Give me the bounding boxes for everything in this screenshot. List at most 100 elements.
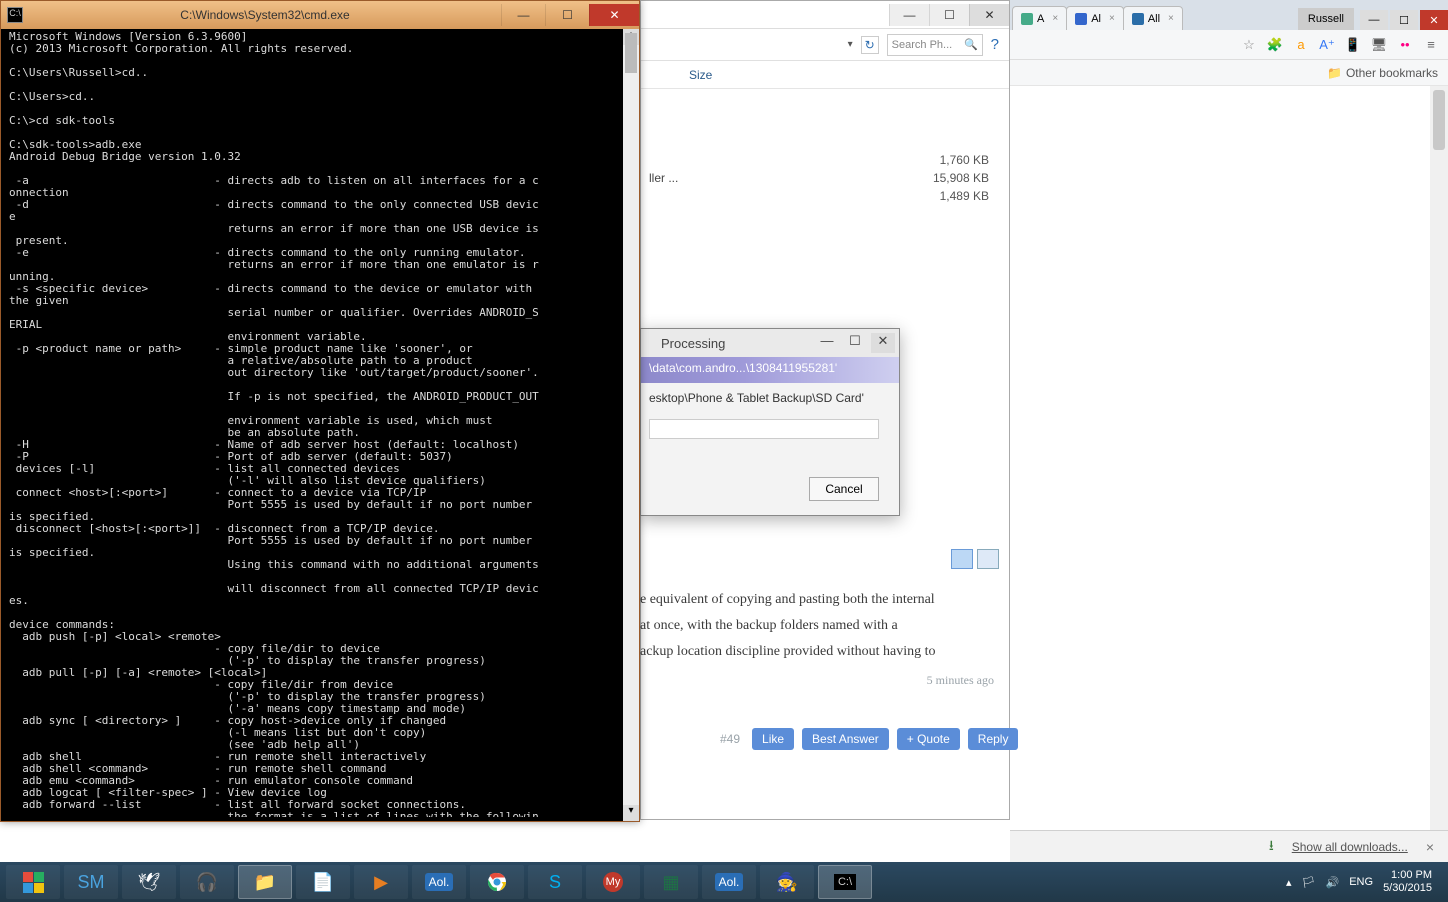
extension-icon[interactable]: 🧩	[1266, 36, 1284, 54]
scroll-down-button[interactable]: ▾	[623, 805, 639, 821]
taskbar-app[interactable]: 📄	[296, 865, 350, 899]
browser-tab[interactable]: A ×	[1012, 6, 1067, 30]
bookmarks-bar: 📁 Other bookmarks	[1010, 60, 1448, 86]
article-snippet: e equivalent of copying and pasting both…	[640, 590, 1010, 668]
translate-icon[interactable]: A⁺	[1318, 36, 1336, 54]
menu-icon[interactable]: ≡	[1422, 36, 1440, 54]
amazon-icon[interactable]: a	[1292, 36, 1310, 54]
download-shelf-close-icon[interactable]: ×	[1426, 839, 1434, 855]
favicon-icon	[1075, 13, 1087, 25]
file-row[interactable]: ller ... 15,908 KB	[641, 169, 1009, 187]
browser-minimize-button[interactable]: —	[1360, 10, 1388, 30]
clock-time: 1:00 PM	[1383, 869, 1432, 882]
cmd-maximize-button[interactable]: ☐	[545, 4, 589, 26]
tab-label: All	[1148, 13, 1160, 25]
dialog-maximize-button[interactable]: ☐	[843, 333, 867, 353]
dialog-titlebar[interactable]: Processing — ☐ ✕	[641, 329, 899, 357]
browser-content[interactable]	[1010, 86, 1430, 830]
taskbar-app[interactable]: 🕊	[122, 865, 176, 899]
taskbar-file-explorer[interactable]: 📁	[238, 865, 292, 899]
start-button[interactable]	[6, 865, 60, 899]
taskbar-app[interactable]: 🧙	[760, 865, 814, 899]
explorer-maximize-button[interactable]: ☐	[929, 4, 969, 26]
chrome-icon	[487, 872, 507, 892]
taskbar-app[interactable]: My	[586, 865, 640, 899]
tab-label: A	[1037, 13, 1044, 25]
taskbar-aol[interactable]: Aol.	[412, 865, 466, 899]
cmd-output[interactable]: Microsoft Windows [Version 6.3.9600] (c)…	[5, 29, 623, 817]
favicon-icon	[1021, 13, 1033, 25]
size-column-header[interactable]: Size	[689, 68, 712, 82]
action-center-icon[interactable]: 🏳	[1302, 876, 1316, 889]
article-line: e equivalent of copying and pasting both…	[640, 590, 1010, 610]
explorer-column-header[interactable]: Size	[641, 61, 1009, 89]
tray-chevron-icon[interactable]: ▴	[1286, 876, 1292, 889]
taskbar-excel[interactable]: ▦	[644, 865, 698, 899]
quote-button[interactable]: + Quote	[897, 728, 960, 750]
taskbar-clock[interactable]: 1:00 PM 5/30/2015	[1383, 869, 1432, 895]
language-indicator[interactable]: ENG	[1349, 876, 1373, 888]
like-button[interactable]: Like	[752, 728, 794, 750]
explorer-search-input[interactable]: Search Ph... 🔍	[887, 34, 983, 56]
explorer-titlebar[interactable]: — ☐ ✕	[641, 1, 1009, 29]
other-bookmarks-button[interactable]: 📁 Other bookmarks	[1327, 66, 1438, 80]
cmd-close-button[interactable]: ✕	[589, 4, 639, 26]
phone-icon[interactable]: 📱	[1344, 36, 1362, 54]
flickr-icon[interactable]: ••	[1396, 36, 1414, 54]
file-row[interactable]: 1,760 KB	[641, 151, 1009, 169]
processing-dialog: Processing — ☐ ✕ \data\com.andro...\1308…	[640, 328, 900, 516]
cmd-window: C:\ C:\Windows\System32\cmd.exe — ☐ ✕ Mi…	[0, 0, 640, 822]
dialog-minimize-button[interactable]: —	[815, 333, 839, 353]
cmd-titlebar[interactable]: C:\ C:\Windows\System32\cmd.exe — ☐ ✕	[1, 1, 639, 29]
scroll-thumb[interactable]	[625, 33, 637, 73]
clock-date: 5/30/2015	[1383, 882, 1432, 895]
thumbnails-view-button[interactable]	[977, 549, 999, 569]
taskbar-aol-2[interactable]: Aol.	[702, 865, 756, 899]
best-answer-button[interactable]: Best Answer	[802, 728, 889, 750]
browser-tab[interactable]: Al ×	[1066, 6, 1124, 30]
refresh-button[interactable]: ↻	[861, 36, 879, 54]
bookmark-star-icon[interactable]: ☆	[1240, 36, 1258, 54]
file-row[interactable]: 1,489 KB	[641, 187, 1009, 205]
article-line: at once, with the backup folders named w…	[640, 616, 1010, 636]
taskbar-skype[interactable]: S	[528, 865, 582, 899]
tab-close-icon[interactable]: ×	[1109, 13, 1115, 24]
system-tray: ▴ 🏳 🔊 ENG 1:00 PM 5/30/2015	[1286, 869, 1442, 895]
browser-scrollbar[interactable]	[1430, 86, 1448, 830]
taskbar-app[interactable]: SM	[64, 865, 118, 899]
explorer-close-button[interactable]: ✕	[969, 4, 1009, 26]
forum-post-actions: #49 Like Best Answer + Quote Reply	[720, 728, 1018, 750]
dialog-close-button[interactable]: ✕	[871, 333, 895, 353]
profile-button[interactable]: Russell	[1298, 8, 1354, 30]
search-placeholder: Search Ph...	[892, 39, 953, 51]
cmd-icon: C:\	[7, 7, 23, 23]
browser-close-button[interactable]: ✕	[1420, 10, 1448, 30]
taskbar-media-player[interactable]: ▶	[354, 865, 408, 899]
tab-close-icon[interactable]: ×	[1168, 13, 1174, 24]
scroll-thumb[interactable]	[1433, 90, 1445, 150]
reply-button[interactable]: Reply	[968, 728, 1019, 750]
details-view-button[interactable]	[951, 549, 973, 569]
view-toggle	[951, 549, 999, 569]
browser-toolbar: ☆ 🧩 a A⁺ 📱 🖥 •• ≡	[1010, 30, 1448, 60]
explorer-minimize-button[interactable]: —	[889, 4, 929, 26]
processing-dest-path: esktop\Phone & Tablet Backup\SD Card'	[641, 383, 899, 419]
help-icon[interactable]: ?	[991, 36, 999, 53]
post-number[interactable]: #49	[720, 732, 740, 746]
post-timestamp: 5 minutes ago	[927, 670, 994, 690]
taskbar-cmd[interactable]: C:\	[818, 865, 872, 899]
volume-icon[interactable]: 🔊	[1326, 876, 1340, 889]
taskbar-app[interactable]: 🎧	[180, 865, 234, 899]
cmd-minimize-button[interactable]: —	[501, 4, 545, 26]
cmd-scrollbar[interactable]: ▴ ▾	[623, 29, 639, 821]
devices-icon[interactable]: 🖥	[1370, 36, 1388, 54]
breadcrumb-chevron-icon[interactable]: ▾	[848, 39, 853, 50]
taskbar: SM 🕊 🎧 📁 📄 ▶ Aol. S My ▦ Aol. 🧙 C:\ ▴ 🏳 …	[0, 862, 1448, 902]
taskbar-chrome[interactable]	[470, 865, 524, 899]
cancel-button[interactable]: Cancel	[809, 477, 879, 501]
browser-tab[interactable]: All ×	[1123, 6, 1183, 30]
show-all-downloads-link[interactable]: Show all downloads...	[1292, 840, 1408, 854]
browser-maximize-button[interactable]: ☐	[1390, 10, 1418, 30]
cmd-title: C:\Windows\System32\cmd.exe	[29, 8, 501, 22]
tab-close-icon[interactable]: ×	[1052, 13, 1058, 24]
